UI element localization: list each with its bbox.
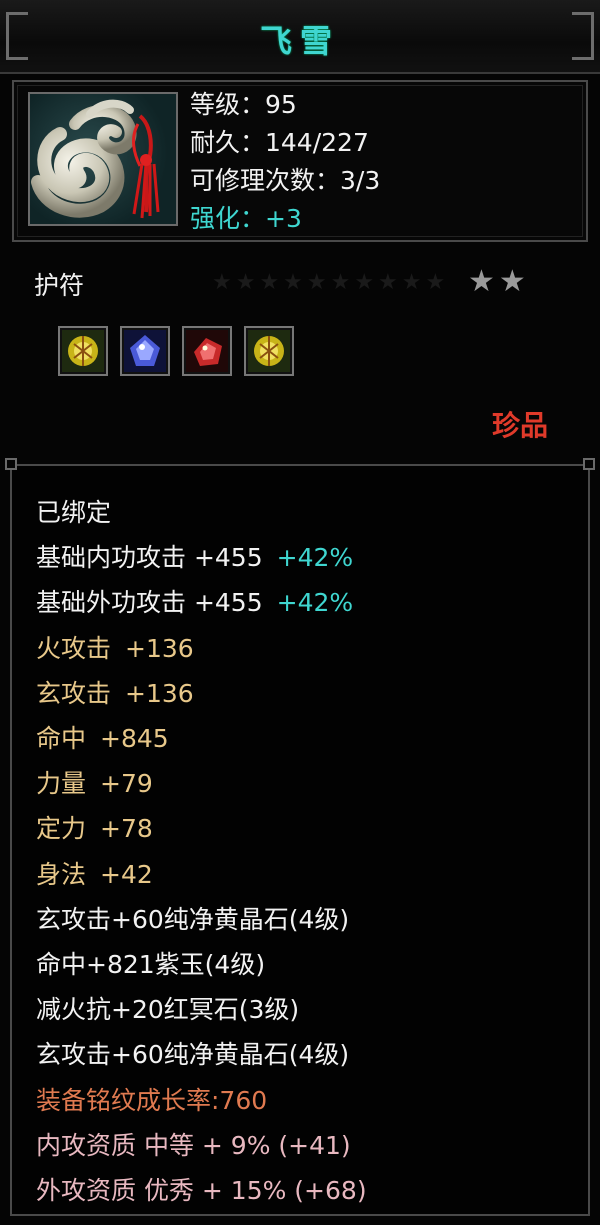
gold-attr: 命中 +845	[36, 724, 169, 754]
gem-attr: 玄攻击+60纯净黄晶石(4级)	[36, 1040, 350, 1070]
item-stats: 等级：95 耐久：144/227 可修理次数：3/3 强化：+3	[190, 86, 380, 238]
gold-attr: 力量 +79	[36, 769, 153, 799]
attribute-list: 已绑定 基础内功攻击 +455 +42% 基础外功攻击 +455 +42% 火攻击 +…	[36, 490, 367, 1213]
bound-status: 已绑定	[36, 498, 112, 527]
gold-attr: 身法 +42	[36, 859, 153, 889]
gold-attr: 火攻击 +136	[36, 633, 194, 663]
base-attr-bonus: +42%	[276, 588, 354, 618]
item-header: 等级：95 耐久：144/227 可修理次数：3/3 强化：+3	[12, 80, 588, 242]
title-bar: 飞雪	[0, 0, 600, 74]
attributes-panel: 已绑定 基础内功攻击 +455 +42% 基础外功攻击 +455 +42% 火攻击 +…	[5, 458, 595, 1216]
star-icon: ★	[468, 264, 499, 299]
stat-repair-count: 可修理次数：3/3	[190, 166, 381, 195]
gem-attr: 玄攻击+60纯净黄晶石(4级)	[36, 904, 350, 934]
gold-attr: 定力 +78	[36, 814, 153, 844]
blue-gem-icon[interactable]	[120, 326, 170, 376]
panel-corner	[5, 458, 17, 470]
item-name: 飞雪	[259, 22, 340, 60]
star-rating: ★★	[468, 264, 530, 299]
gem-attr: 命中+821紫玉(4级)	[36, 950, 266, 980]
base-attr: 基础内功攻击 +455 +42%	[36, 543, 354, 573]
yellow-gem-icon[interactable]	[244, 326, 294, 376]
yellow-gem-icon[interactable]	[58, 326, 108, 376]
base-attr-bonus: +42%	[276, 543, 354, 573]
growth-rate: 装备铭纹成长率:760	[36, 1085, 268, 1115]
rarity-label: 珍品	[492, 409, 549, 442]
panel-corner	[583, 458, 595, 470]
red-gem-icon[interactable]	[182, 326, 232, 376]
quality-attr: 外攻资质 优秀 + 15% (+68)	[36, 1176, 367, 1206]
star-icon: ★	[498, 264, 530, 299]
stat-enhance: 强化：+3	[190, 204, 302, 233]
gold-attr: 玄攻击 +136	[36, 678, 194, 708]
item-type: 护符	[34, 271, 85, 300]
stat-durability: 耐久：144/227	[190, 128, 369, 157]
jade-amulet-icon	[28, 92, 178, 226]
empty-stars: ★★★★★★★★★★	[212, 270, 450, 295]
quality-attr: 内攻资质 中等 + 9% (+41)	[36, 1130, 351, 1160]
base-attr: 基础外功攻击 +455 +42%	[36, 588, 354, 618]
gem-attr: 减火抗+20红冥石(3级)	[36, 995, 300, 1025]
item-tooltip: 飞雪 等级：95 耐久：144/227 可修理次数：3/3 强化：+3 护符 ★…	[0, 0, 600, 1225]
stat-level: 等级：95	[190, 90, 297, 119]
